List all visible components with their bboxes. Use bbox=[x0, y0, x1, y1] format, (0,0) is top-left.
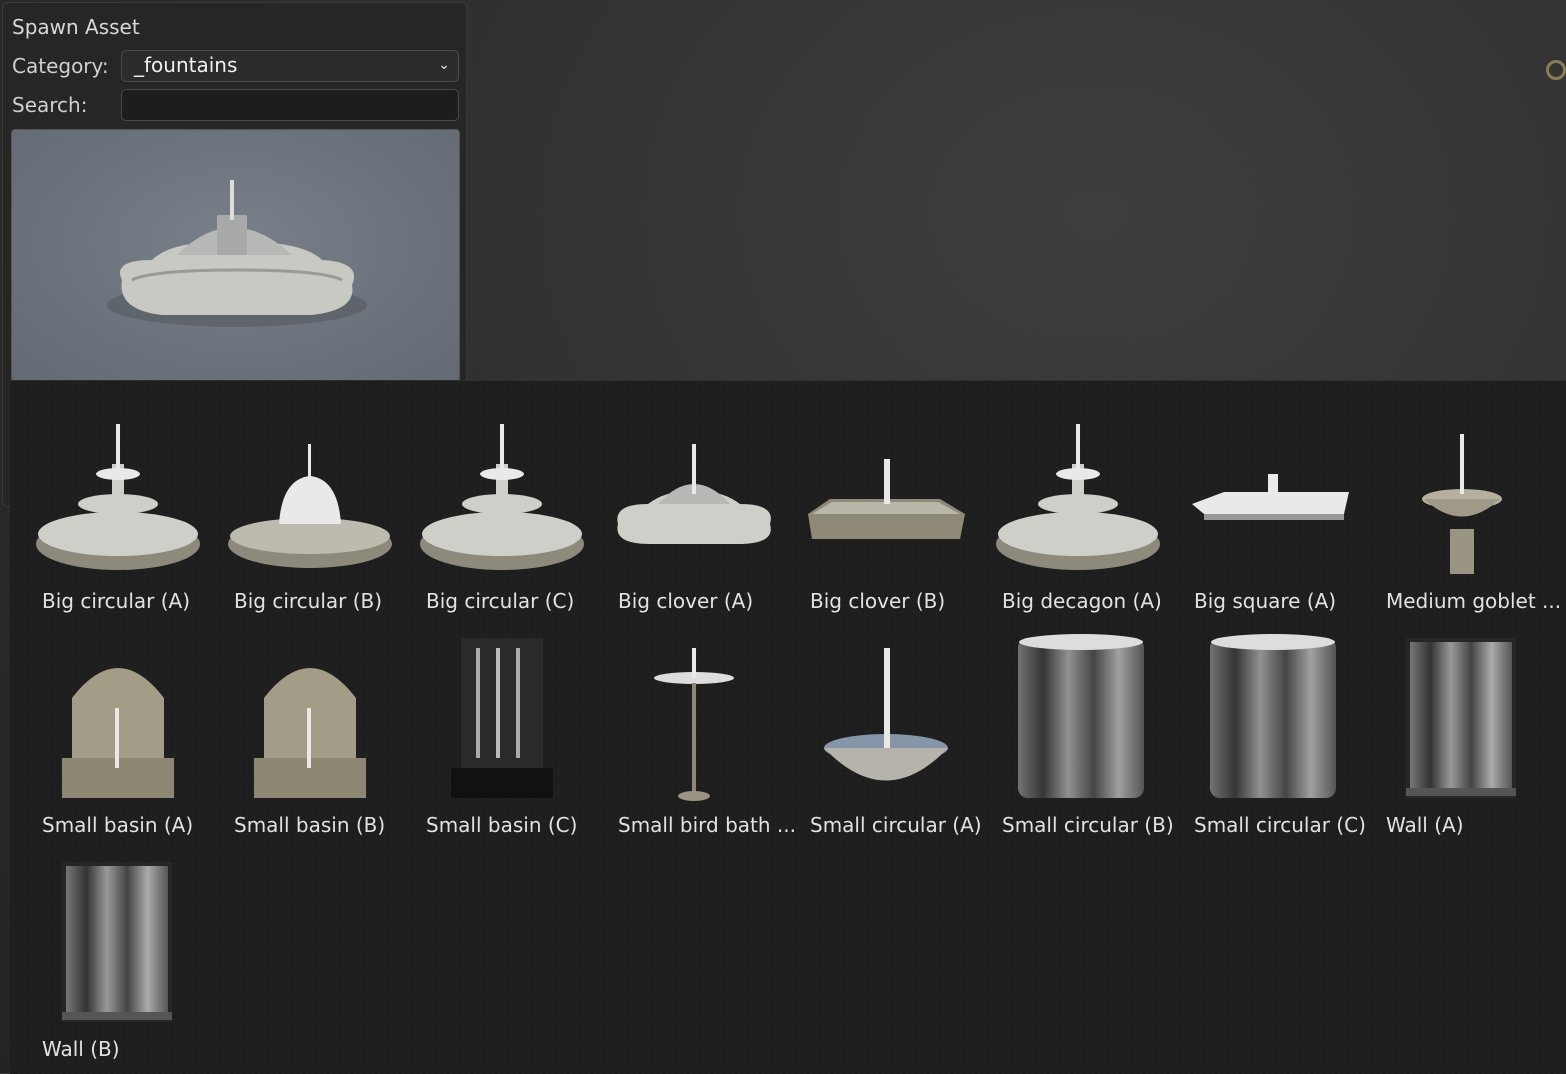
asset-label: Small basin (B) bbox=[234, 813, 386, 837]
asset-thumbnail bbox=[1210, 634, 1336, 798]
asset-label: Big circular (B) bbox=[234, 589, 383, 613]
asset-thumbnail bbox=[420, 424, 584, 570]
asset-thumbnail bbox=[62, 862, 172, 1022]
asset-thumbnail bbox=[617, 444, 771, 544]
asset-thumbnail bbox=[808, 459, 965, 539]
asset-tile[interactable]: Big circular (A) bbox=[20, 394, 204, 613]
asset-label: Big clover (A) bbox=[618, 589, 754, 613]
asset-thumbnail bbox=[824, 648, 948, 781]
asset-thumbnail bbox=[1192, 474, 1349, 520]
asset-thumbnail bbox=[996, 424, 1160, 570]
asset-tile[interactable]: Small circular (B) bbox=[980, 618, 1174, 837]
asset-label: Big circular (A) bbox=[42, 589, 191, 613]
asset-thumbnail bbox=[36, 424, 200, 570]
chevron-down-icon: ⌄ bbox=[438, 57, 450, 73]
asset-label: Small circular (A) bbox=[810, 813, 982, 837]
asset-tile[interactable]: Big decagon (A) bbox=[980, 394, 1164, 613]
asset-thumbnail bbox=[228, 444, 392, 568]
asset-thumbnail bbox=[62, 668, 174, 798]
asset-thumbnail bbox=[1422, 434, 1502, 574]
asset-thumbnail bbox=[254, 668, 366, 798]
asset-label: Big square (A) bbox=[1194, 589, 1337, 613]
asset-tile[interactable]: Wall (B) bbox=[20, 842, 204, 1061]
asset-grid-popup: Big circular (A) Big circular (B) Big ci… bbox=[10, 380, 1566, 1074]
asset-label: Wall (B) bbox=[42, 1037, 120, 1061]
asset-label: Small bird bath ... bbox=[618, 813, 796, 837]
category-select[interactable]: _fountains ⌄ bbox=[121, 50, 459, 82]
asset-tile[interactable]: Small basin (A) bbox=[20, 618, 204, 837]
asset-label: Big decagon (A) bbox=[1002, 589, 1162, 613]
asset-tile[interactable]: Big circular (C) bbox=[404, 394, 588, 613]
search-label: Search: bbox=[12, 93, 88, 117]
asset-tile[interactable]: Big clover (B) bbox=[788, 394, 972, 613]
asset-label: Small basin (C) bbox=[426, 813, 578, 837]
asset-tile[interactable]: Small circular (A) bbox=[788, 618, 982, 837]
asset-tile[interactable]: Small basin (B) bbox=[212, 618, 396, 837]
asset-thumbnail bbox=[654, 648, 734, 801]
asset-label: Big circular (C) bbox=[426, 589, 575, 613]
asset-thumbnail bbox=[1406, 638, 1516, 798]
asset-tile[interactable]: Big clover (A) bbox=[596, 394, 780, 613]
asset-tile[interactable]: Medium goblet ... bbox=[1364, 394, 1561, 613]
asset-label: Small basin (A) bbox=[42, 813, 194, 837]
asset-thumbnail bbox=[1018, 634, 1144, 798]
viewport-gizmo-icon[interactable] bbox=[1546, 60, 1566, 80]
asset-label: Medium goblet ... bbox=[1386, 589, 1562, 613]
asset-tile[interactable]: Wall (A) bbox=[1364, 618, 1548, 837]
asset-label: Wall (A) bbox=[1386, 813, 1464, 837]
asset-tile[interactable]: Big circular (B) bbox=[212, 394, 396, 613]
asset-tile[interactable]: Small circular (C) bbox=[1172, 618, 1366, 837]
asset-thumbnail bbox=[451, 638, 553, 798]
asset-label: Small circular (B) bbox=[1002, 813, 1174, 837]
asset-tile[interactable]: Small basin (C) bbox=[404, 618, 588, 837]
search-input[interactable] bbox=[121, 89, 459, 121]
category-label: Category: bbox=[12, 54, 109, 78]
asset-label: Big clover (B) bbox=[810, 589, 946, 613]
dialog-title: Spawn Asset bbox=[12, 15, 140, 39]
asset-label: Small circular (C) bbox=[1194, 813, 1366, 837]
asset-tile[interactable]: Small bird bath ... bbox=[596, 618, 796, 837]
asset-preview bbox=[11, 129, 460, 383]
asset-tile[interactable]: Big square (A) bbox=[1172, 394, 1356, 613]
category-value: _fountains bbox=[134, 53, 238, 77]
fountain-preview-image bbox=[107, 180, 367, 327]
